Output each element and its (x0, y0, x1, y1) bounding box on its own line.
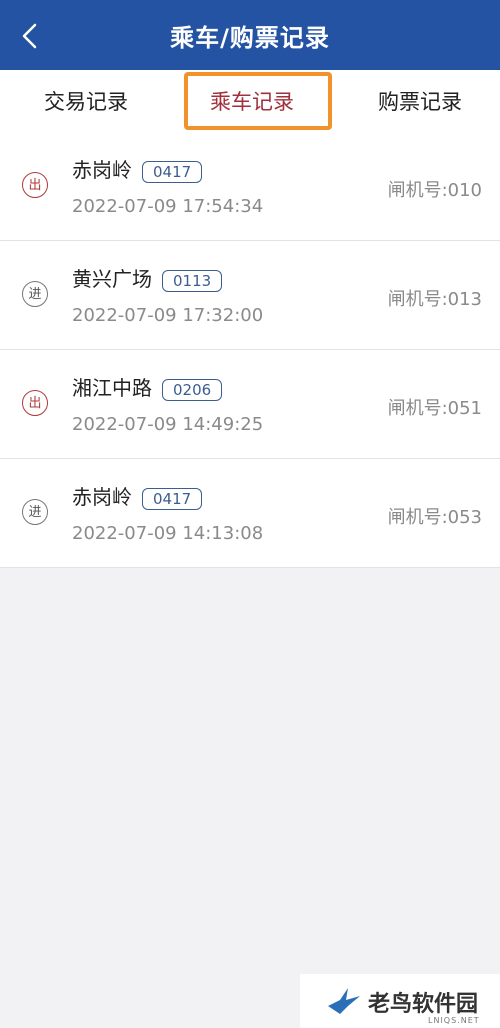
ride-record-list: 出 赤岗岭 0417 2022-07-09 17:54:34 闸机号:010 进 … (0, 132, 500, 568)
station-name: 湘江中路 0206 (72, 372, 223, 401)
list-item[interactable]: 出 湘江中路 0206 2022-07-09 14:49:25 闸机号:051 (0, 350, 500, 459)
station-name: 赤岗岭 0417 (72, 481, 203, 510)
station-code: 0206 (162, 378, 223, 401)
watermark-text: 老鸟软件园 (368, 992, 479, 1017)
exit-badge: 出 (22, 390, 48, 416)
exit-badge: 出 (22, 172, 48, 198)
list-item[interactable]: 进 黄兴广场 0113 2022-07-09 17:32:00 闸机号:013 (0, 241, 500, 350)
station-name: 赤岗岭 0417 (72, 154, 203, 183)
gate-number: 闸机号:053 (387, 507, 482, 528)
gate-number: 闸机号:010 (387, 180, 482, 201)
list-item[interactable]: 出 赤岗岭 0417 2022-07-09 17:54:34 闸机号:010 (0, 132, 500, 241)
entry-badge: 进 (22, 499, 48, 525)
tab-transaction-records[interactable]: 交易记录 (44, 86, 128, 116)
header-bar: 乘车/购票记录 (0, 0, 500, 70)
tab-ticket-records[interactable]: 购票记录 (378, 86, 462, 116)
record-time: 2022-07-09 14:49:25 (72, 414, 264, 435)
record-time: 2022-07-09 14:13:08 (72, 523, 264, 544)
record-time: 2022-07-09 17:54:34 (72, 196, 264, 217)
list-item[interactable]: 进 赤岗岭 0417 2022-07-09 14:13:08 闸机号:053 (0, 459, 500, 568)
station-code: 0417 (142, 160, 203, 183)
gate-number: 闸机号:051 (387, 398, 482, 419)
bird-logo-icon (328, 988, 360, 1014)
station-code: 0417 (142, 487, 203, 510)
station-code: 0113 (162, 269, 223, 292)
record-time: 2022-07-09 17:32:00 (72, 305, 264, 326)
station-name: 黄兴广场 0113 (72, 263, 223, 292)
page-title: 乘车/购票记录 (170, 24, 330, 52)
entry-badge: 进 (22, 281, 48, 307)
watermark-subtext: LNIQS.NET (428, 1016, 480, 1025)
watermark: 老鸟软件园 LNIQS.NET (300, 974, 500, 1028)
active-tab-highlight (184, 72, 332, 130)
gate-number: 闸机号:013 (387, 289, 482, 310)
